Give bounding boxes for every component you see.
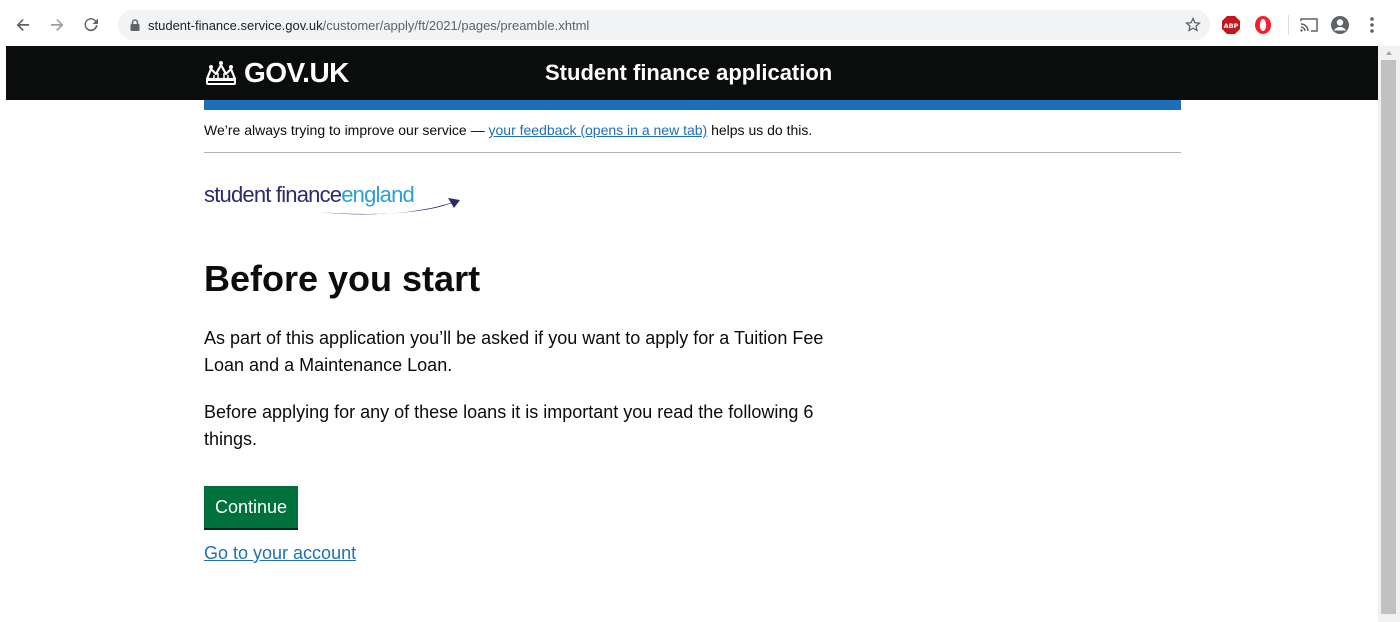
url-text: student-finance.service.gov.uk/customer/… <box>148 18 589 33</box>
reload-icon[interactable] <box>80 14 102 36</box>
opera-icon[interactable] <box>1252 14 1274 36</box>
govuk-logotype: GOV.UK <box>244 57 349 88</box>
url-path: /customer/apply/ft/2021/pages/preamble.x… <box>322 17 590 33</box>
feedback-text-before: We’re always trying to improve our servi… <box>204 122 489 138</box>
page-title: Before you start <box>204 258 481 299</box>
scroll-thumb[interactable] <box>1381 60 1396 614</box>
go-to-account-link[interactable]: Go to your account <box>204 543 356 564</box>
address-bar[interactable]: student-finance.service.gov.uk/customer/… <box>118 10 1210 40</box>
sfe-swoosh-icon <box>318 198 460 215</box>
scroll-up-arrow-icon[interactable] <box>1378 46 1400 60</box>
menu-icon[interactable] <box>1361 14 1383 36</box>
header-blue-bar <box>204 100 1181 110</box>
cast-icon[interactable] <box>1298 14 1320 36</box>
govuk-header: GOV.UK Student finance application <box>6 46 1378 100</box>
intro-paragraph: As part of this application you’ll be as… <box>204 328 824 375</box>
service-name-link[interactable]: Student finance application <box>545 60 832 86</box>
url-host: student-finance.service.gov.uk <box>148 17 323 33</box>
page-scrollbar[interactable] <box>1378 46 1400 622</box>
feedback-text-after: helps us do this. <box>707 122 813 138</box>
feedback-banner: We’re always trying to improve our servi… <box>204 110 1181 153</box>
star-icon[interactable] <box>1184 16 1202 34</box>
loans-info-paragraph: Before applying for any of these loans i… <box>204 402 814 449</box>
lock-icon <box>128 18 142 32</box>
account-icon[interactable] <box>1329 14 1351 36</box>
continue-button[interactable]: Continue <box>204 486 299 528</box>
browser-toolbar: student-finance.service.gov.uk/customer/… <box>0 0 1400 50</box>
adblock-label: ABP <box>1224 22 1239 30</box>
adblock-icon[interactable]: ABP <box>1220 14 1242 36</box>
forward-icon[interactable] <box>46 14 68 36</box>
student-finance-england-logo: student financeengland <box>204 182 474 218</box>
feedback-link[interactable]: your feedback (opens in a new tab) <box>489 122 708 138</box>
crown-icon <box>204 60 238 86</box>
back-icon[interactable] <box>12 14 34 36</box>
toolbar-separator <box>1288 15 1289 35</box>
govuk-logo-link[interactable]: GOV.UK <box>204 56 349 90</box>
